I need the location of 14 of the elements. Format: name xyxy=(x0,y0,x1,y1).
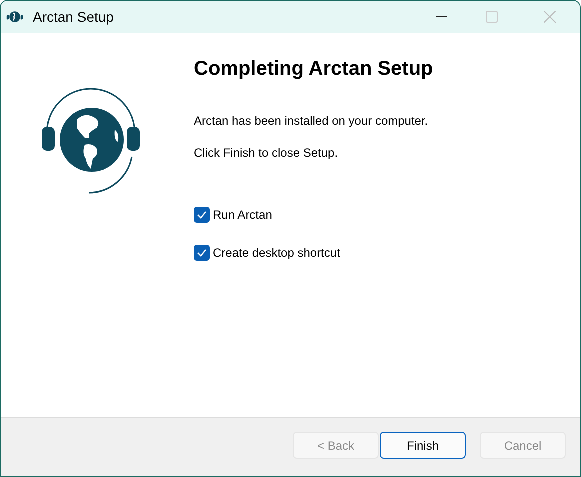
checkbox[interactable] xyxy=(194,207,210,223)
dialog-button[interactable]: Finish xyxy=(380,432,466,459)
checkbox-label: Run Arctan xyxy=(213,207,272,224)
body-text: Click Finish to close Setup. xyxy=(194,145,340,162)
minimize-icon xyxy=(436,16,446,18)
check-icon xyxy=(197,249,207,257)
check-icon xyxy=(197,211,207,219)
maximize-icon xyxy=(486,11,498,23)
page-heading: Completing Arctan Setup xyxy=(194,57,434,82)
checkbox-label: Create desktop shortcut xyxy=(213,245,340,262)
window-title: Arctan Setup xyxy=(33,8,114,27)
close-icon xyxy=(544,11,556,23)
checkbox[interactable] xyxy=(194,245,210,261)
body-text: Arctan has been installed on your computer. xyxy=(194,113,430,130)
